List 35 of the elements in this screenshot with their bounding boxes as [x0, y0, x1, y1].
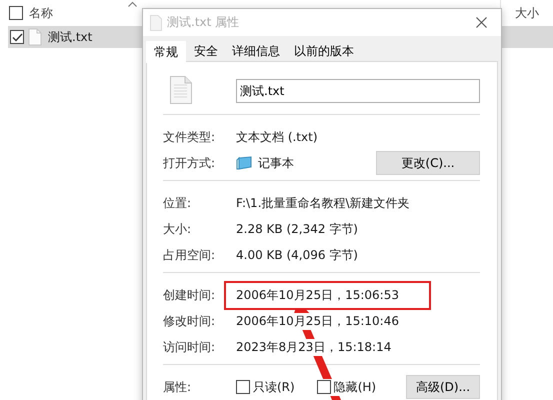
property-label: 大小: [163, 220, 192, 238]
property-value: 2006年10月25日，15:10:46 [236, 312, 399, 330]
property-label: 位置: [163, 194, 192, 212]
column-header[interactable]: 名称 [29, 4, 53, 22]
property-label: 修改时间: [163, 312, 216, 330]
advanced-button[interactable]: 高级(D)... [406, 375, 480, 399]
app-name: 记事本 [258, 154, 294, 172]
property-value: 2.28 KB (2,342 字节) [236, 220, 358, 238]
change-button[interactable]: 更改(C)... [376, 151, 480, 175]
property-label: 访问时间: [163, 338, 216, 356]
property-value: 文本文档 (.txt) [236, 128, 318, 146]
highlighted-value: 2006年10月25日，15:06:53 [224, 280, 431, 310]
file-icon [28, 28, 42, 46]
tab[interactable]: 常规 [146, 41, 186, 63]
checkbox[interactable] [10, 30, 24, 44]
property-value: 2023年8月23日，15:18:14 [236, 338, 392, 356]
checkbox[interactable] [316, 380, 331, 394]
notepad-icon [236, 156, 252, 170]
property-label: 占用空间: [163, 246, 216, 264]
window-title: 测试.txt 属性 [167, 14, 240, 31]
file-name-field[interactable]: 测试.txt [236, 79, 480, 103]
property-label: 属性: [163, 378, 192, 396]
column-header[interactable]: 大小 [515, 4, 539, 22]
property-label: 创建时间: [163, 286, 216, 304]
checkbox[interactable] [236, 380, 250, 394]
property-label: 文件类型: [163, 128, 216, 146]
property-value: 4.00 KB (4,096 字节) [236, 246, 358, 264]
close-icon [476, 17, 486, 28]
file-name: 测试.txt [48, 28, 92, 46]
file-icon [150, 14, 162, 30]
property-label: 打开方式: [163, 154, 216, 172]
checkbox[interactable] [9, 6, 23, 20]
document-icon [170, 76, 192, 104]
checkbox-label[interactable]: 只读(R) [253, 378, 295, 396]
property-value: F:\1.批量重命名教程\新建文件夹 [236, 194, 410, 212]
